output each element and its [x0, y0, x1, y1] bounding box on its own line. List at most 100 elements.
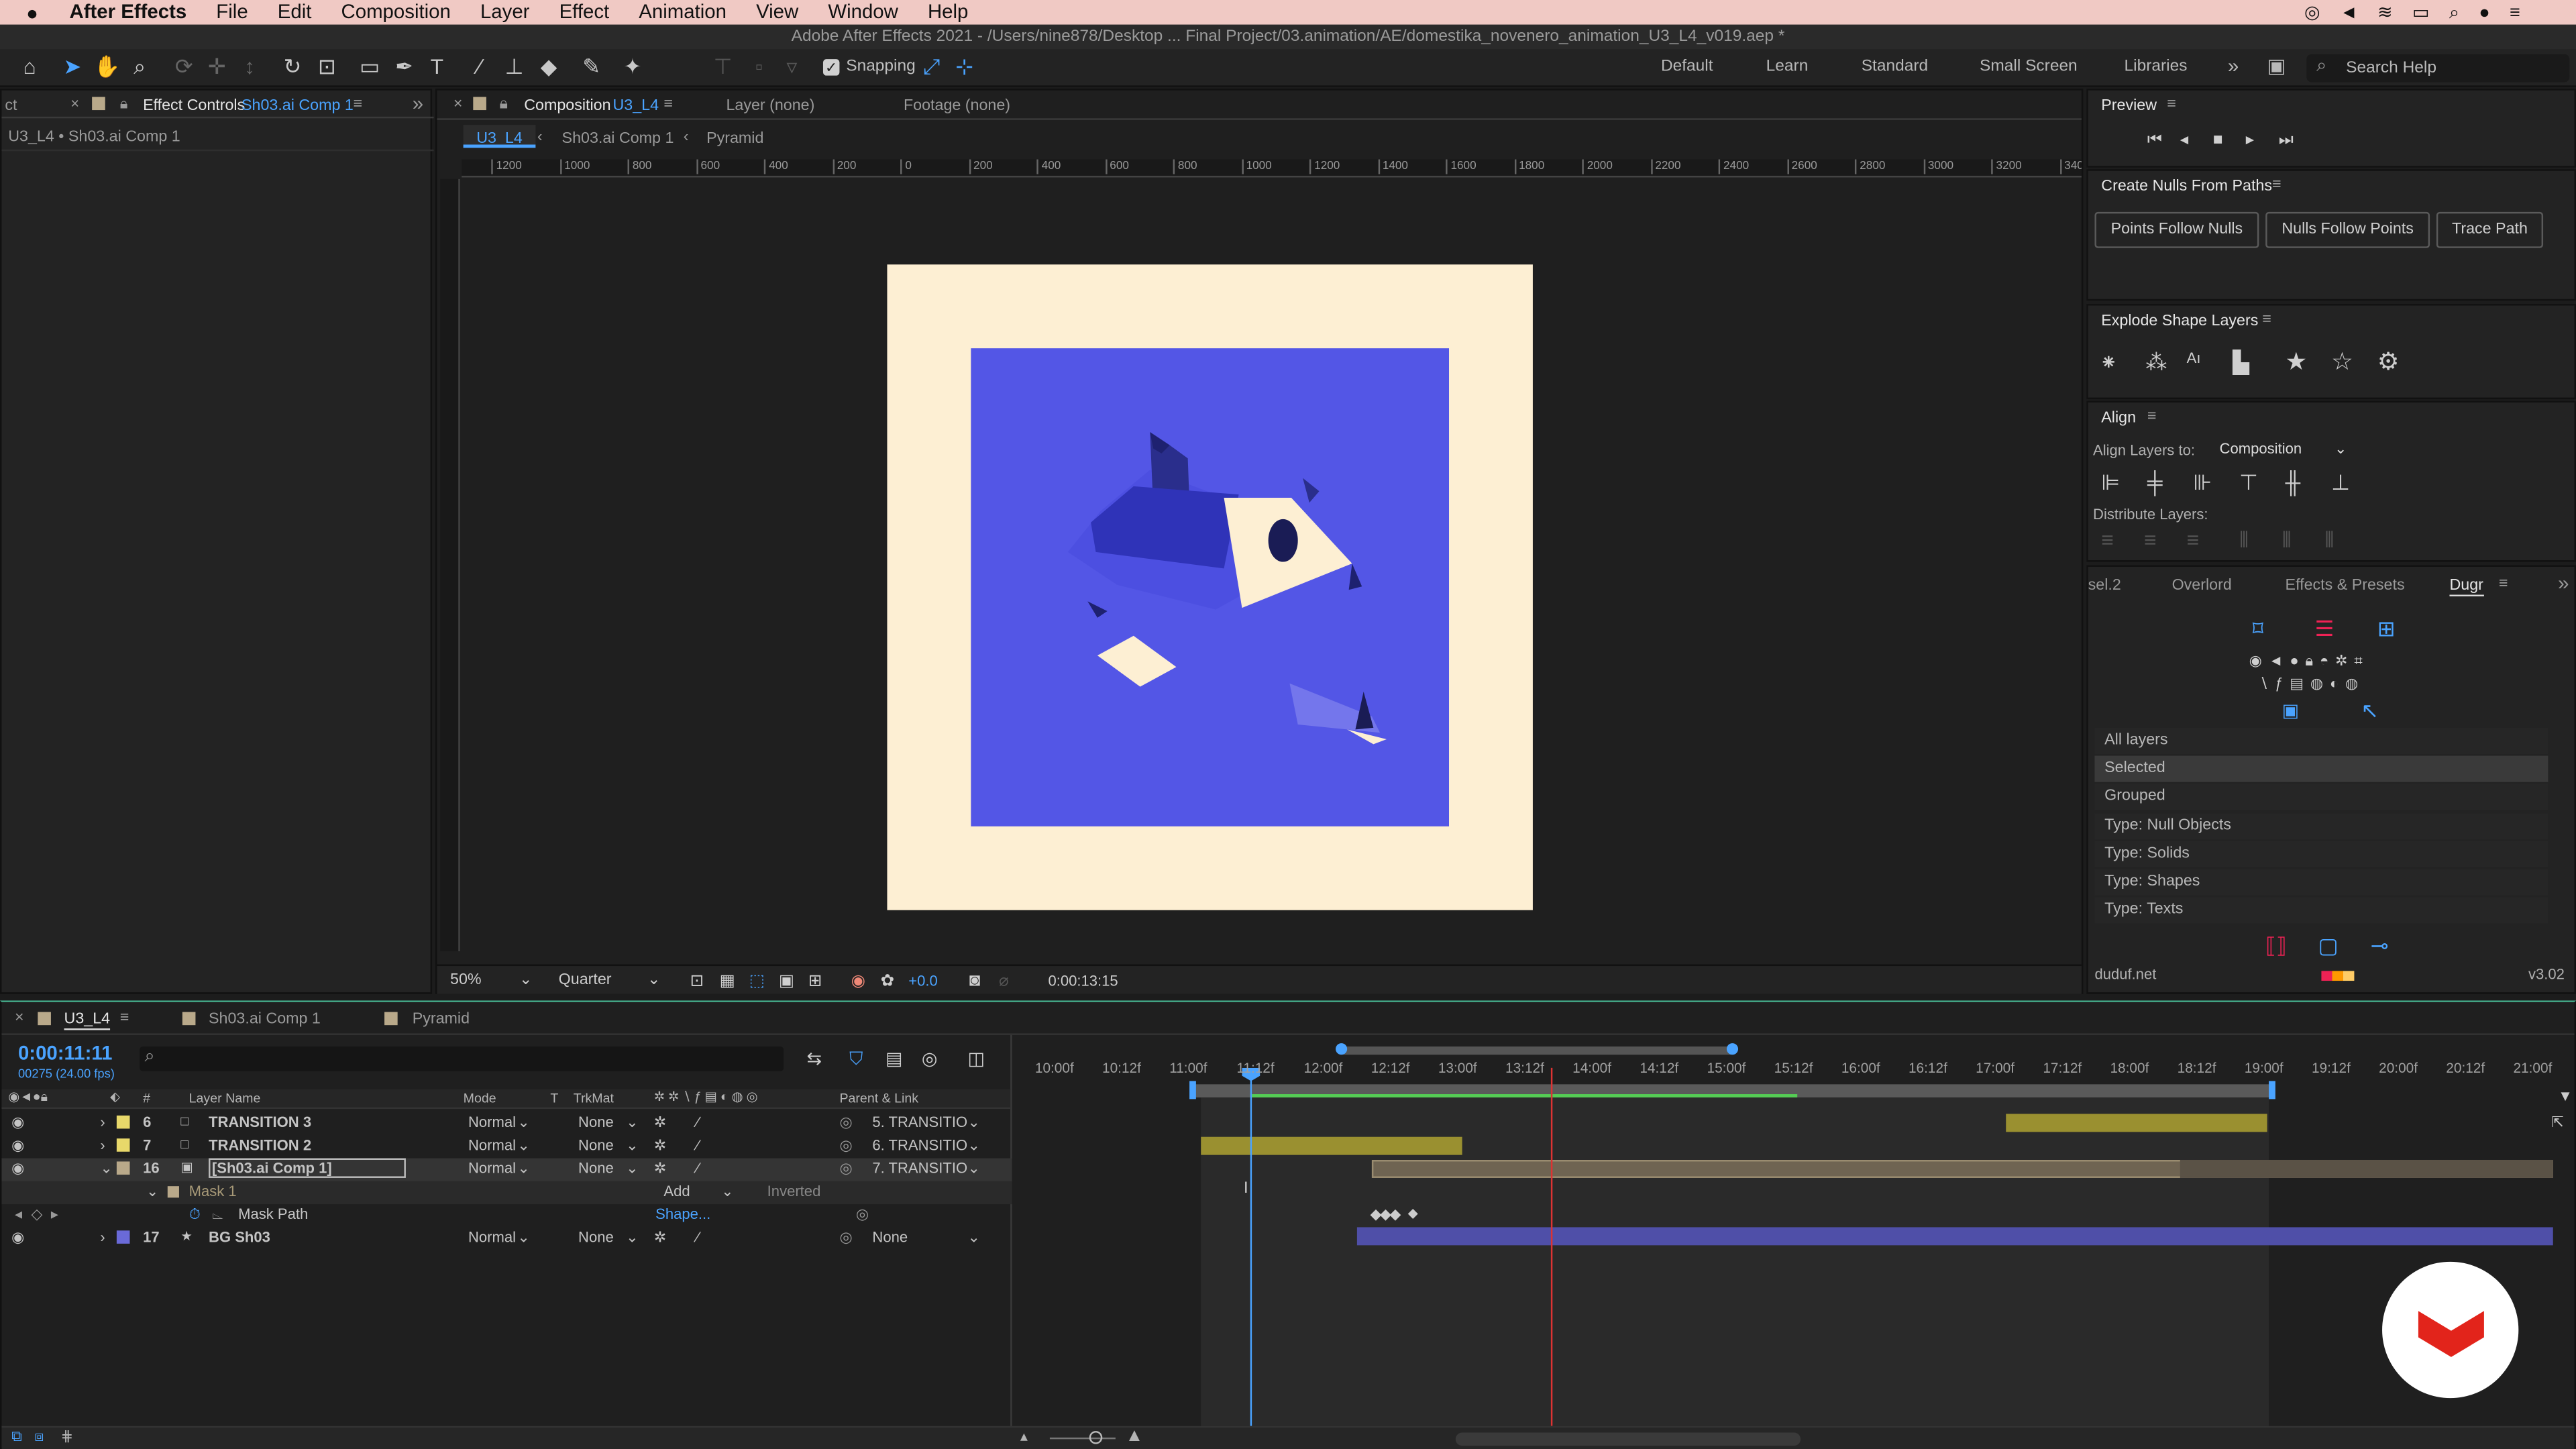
- menu-edit[interactable]: Edit: [263, 0, 327, 25]
- quality-switch-icon[interactable]: ∕: [696, 1114, 699, 1130]
- align-bottom-icon[interactable]: ⊥: [2331, 471, 2350, 494]
- duduf-link[interactable]: duduf.net: [2094, 966, 2156, 982]
- prev-keyframe-icon[interactable]: ◂: [15, 1206, 22, 1224]
- quality-switch-icon[interactable]: ∕: [696, 1160, 699, 1176]
- footage-tab[interactable]: Footage (none): [904, 97, 1010, 115]
- dugr-filter-item[interactable]: Selected: [2094, 755, 2548, 783]
- wifi-icon[interactable]: ≋: [2377, 3, 2412, 23]
- snapshot-icon[interactable]: ◙: [969, 969, 980, 992]
- menu-file[interactable]: File: [201, 0, 262, 25]
- orbit-tool-icon[interactable]: ⟳: [171, 54, 197, 80]
- panel-menu-icon[interactable]: ≡: [120, 1009, 129, 1027]
- trkmat-select[interactable]: None: [578, 1229, 614, 1245]
- dugr-property-icons[interactable]: ∖ƒ▤◍◐◍: [2259, 672, 2406, 695]
- transfer-controls-toggle-icon[interactable]: ⧈: [34, 1428, 44, 1446]
- dugr-visibility-icons[interactable]: ◉◄●🔒︎◓✲⌗: [2249, 649, 2410, 672]
- dugr-filter-item[interactable]: Type: Texts: [2094, 897, 2548, 924]
- dugr-arrow-icon[interactable]: ↖: [2361, 699, 2379, 722]
- creative-cloud-icon[interactable]: ◎: [2304, 3, 2340, 23]
- graph-editor-icon[interactable]: ◫: [967, 1048, 984, 1071]
- menu-layer[interactable]: Layer: [466, 0, 545, 25]
- color-management-icon[interactable]: ✿: [881, 971, 895, 994]
- distribute-bottom-icon[interactable]: ≡: [2187, 528, 2200, 552]
- dugr-filter-item[interactable]: Type: Null Objects: [2094, 812, 2548, 839]
- effect-controls-target[interactable]: Sh03.ai Comp 1: [241, 97, 354, 115]
- work-area-start[interactable]: [1189, 1081, 1196, 1099]
- timeline-tab-pyramid[interactable]: Pyramid: [413, 1010, 470, 1028]
- distribute-right-icon[interactable]: ⦀: [2324, 528, 2334, 552]
- first-frame-icon[interactable]: ⏮: [2147, 129, 2162, 152]
- quality-switch-icon[interactable]: ∕: [696, 1137, 699, 1153]
- workspace-default[interactable]: Default: [1661, 58, 1713, 76]
- airplay-icon[interactable]: ▭: [2412, 3, 2449, 23]
- app-menu[interactable]: After Effects: [54, 0, 201, 25]
- current-timecode[interactable]: 0:00:11:11: [18, 1042, 113, 1065]
- keyframe-diamonds[interactable]: ◆◆◆: [1370, 1206, 1401, 1224]
- align-left-icon[interactable]: ⊫: [2101, 471, 2120, 494]
- lock-icon[interactable]: 🔒︎: [499, 95, 507, 113]
- pickwhip-icon[interactable]: ◎: [839, 1114, 852, 1132]
- panel-menu-icon[interactable]: ≡: [2167, 95, 2176, 113]
- distribute-top-icon[interactable]: ≡: [2101, 528, 2114, 552]
- search-help-field[interactable]: ⌕ Search Help: [2306, 54, 2570, 83]
- puppet-tool-icon[interactable]: ✦: [619, 54, 645, 80]
- brush-tool-icon[interactable]: ∕: [467, 54, 493, 80]
- crumb-sh03[interactable]: Sh03.ai Comp 1: [562, 129, 674, 148]
- layer-name-header[interactable]: Layer Name: [189, 1091, 261, 1106]
- menu-effect[interactable]: Effect: [545, 0, 625, 25]
- tab-effects-presets[interactable]: Effects & Presets: [2286, 577, 2405, 595]
- play-stop-icon[interactable]: ■: [2213, 129, 2223, 152]
- menu-help[interactable]: Help: [913, 0, 983, 25]
- zoom-in-icon[interactable]: ▲: [1126, 1426, 1144, 1446]
- rectangle-tool-icon[interactable]: ▭: [356, 54, 382, 80]
- shy-switch-icon[interactable]: ✲: [654, 1114, 666, 1132]
- pen-tool-icon[interactable]: ✒: [391, 54, 417, 80]
- hide-shy-icon[interactable]: ▤: [885, 1048, 902, 1071]
- mask-visibility-icon[interactable]: ⬚: [749, 971, 765, 994]
- eye-icon[interactable]: ◉: [11, 1229, 24, 1247]
- layer-bar-transition-3[interactable]: [2006, 1114, 2267, 1132]
- align-v-center-icon[interactable]: ╫: [2286, 471, 2301, 494]
- layer-name[interactable]: [Sh03.ai Comp 1]: [209, 1158, 406, 1178]
- layer-bar-transition-2[interactable]: [1201, 1136, 1462, 1155]
- zoom-out-icon[interactable]: ▴: [1020, 1428, 1028, 1446]
- crumb-u3-l4[interactable]: U3_L4: [476, 129, 523, 148]
- align-right-icon[interactable]: ⊪: [2193, 471, 2212, 494]
- user-icon[interactable]: ●: [2479, 3, 2510, 23]
- workspace-panel-icon[interactable]: ▣: [2267, 54, 2286, 77]
- explode-all-icon[interactable]: ⁕: [2100, 351, 2118, 374]
- close-icon[interactable]: ×: [453, 95, 463, 113]
- eye-icon[interactable]: ◉: [11, 1160, 24, 1178]
- dugr-filter-item[interactable]: All layers: [2094, 727, 2548, 755]
- label-color-swatch[interactable]: [116, 1230, 130, 1244]
- tab-dugr[interactable]: Dugr: [2449, 577, 2483, 596]
- gear-icon[interactable]: ⚙: [2377, 350, 2400, 375]
- menu-window[interactable]: Window: [813, 0, 913, 25]
- resolution-select[interactable]: Quarter ⌄: [559, 971, 667, 992]
- trace-path-button[interactable]: Trace Path: [2436, 211, 2544, 248]
- navigator-bar[interactable]: [1340, 1046, 1735, 1055]
- previous-frame-icon[interactable]: ◂: [2180, 129, 2188, 152]
- layer-row[interactable]: ◉ › 17 ★ BG Sh03 Normal ⌄ None ⌄ ✲ ∕ ◎ None ⌄: [1, 1227, 1012, 1250]
- layer-bar-bg-sh03[interactable]: [1356, 1227, 2553, 1246]
- navigator-start-handle[interactable]: [1336, 1043, 1348, 1055]
- menu-composition[interactable]: Composition: [326, 0, 465, 25]
- pickwhip-icon[interactable]: ◎: [839, 1137, 852, 1155]
- mask-mode[interactable]: Add: [663, 1183, 690, 1199]
- rotate-tool-icon[interactable]: ↻: [279, 54, 305, 80]
- clone-stamp-icon[interactable]: ⊥: [501, 54, 527, 80]
- selection-tool-icon[interactable]: ➤: [59, 54, 85, 80]
- crumb-pyramid[interactable]: Pyramid: [706, 129, 763, 148]
- dugr-filter-item[interactable]: Type: Shapes: [2094, 869, 2548, 896]
- mode-select[interactable]: Normal: [468, 1160, 516, 1176]
- distribute-left-icon[interactable]: ⦀: [2239, 528, 2249, 552]
- mode-select[interactable]: Normal: [468, 1137, 516, 1153]
- workspace-libraries[interactable]: Libraries: [2125, 58, 2188, 76]
- star-outline-icon[interactable]: ☆: [2331, 350, 2353, 375]
- keyframe-diamond[interactable]: ◆: [1408, 1206, 1418, 1221]
- shy-switch-icon[interactable]: ✲: [654, 1137, 666, 1155]
- hand-tool-icon[interactable]: ✋: [94, 54, 121, 80]
- pan-tool-icon[interactable]: ✛: [204, 54, 230, 80]
- work-area-end[interactable]: [2269, 1081, 2275, 1099]
- zoom-slider-track[interactable]: [1049, 1437, 1116, 1440]
